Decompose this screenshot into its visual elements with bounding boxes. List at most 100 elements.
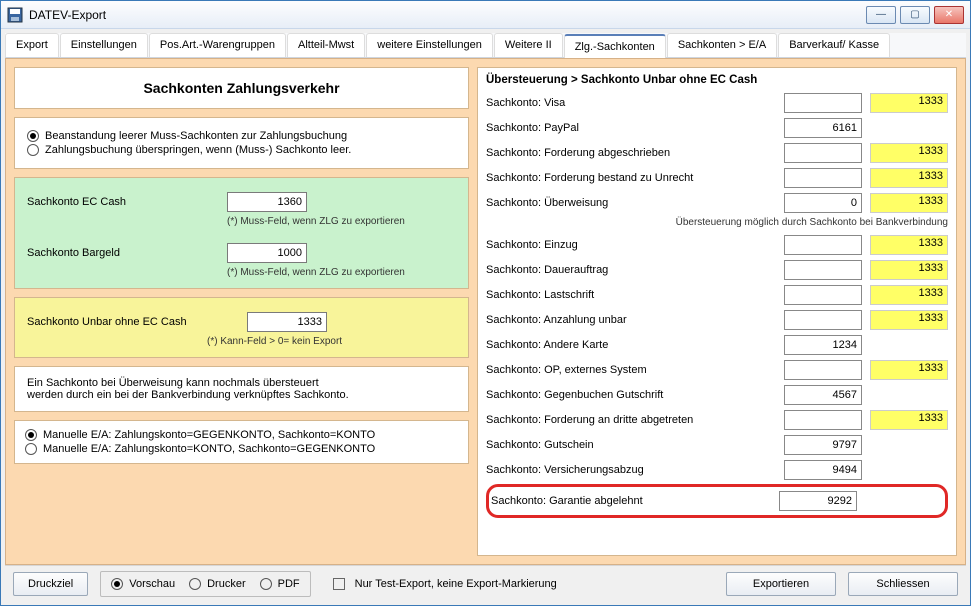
tab-posart[interactable]: Pos.Art.-Warengruppen — [149, 33, 286, 57]
radio-icon — [27, 130, 39, 142]
radio-icon — [189, 578, 201, 590]
left-column: Sachkonten Zahlungsverkehr Beanstandung … — [14, 67, 469, 556]
override-input[interactable] — [784, 285, 862, 305]
test-export-label: Nur Test-Export, keine Export-Markierung — [355, 578, 557, 590]
override-input[interactable] — [784, 93, 862, 113]
tab-altteil[interactable]: Altteil-Mwst — [287, 33, 365, 57]
override-row: Sachkonto: Gutschein — [486, 434, 948, 456]
tab-barverkauf[interactable]: Barverkauf/ Kasse — [778, 33, 890, 57]
override-input[interactable] — [784, 143, 862, 163]
client-area: Export Einstellungen Pos.Art.-Warengrupp… — [1, 29, 970, 605]
exportieren-button[interactable]: Exportieren — [726, 572, 836, 596]
close-button[interactable]: ✕ — [934, 6, 964, 24]
override-fallback: 1333 — [870, 143, 948, 163]
bargeld-input[interactable] — [227, 243, 307, 263]
override-input[interactable] — [784, 460, 862, 480]
override-input[interactable] — [784, 335, 862, 355]
override-fallback — [870, 118, 948, 138]
maximize-button[interactable]: ▢ — [900, 6, 930, 24]
override-input[interactable] — [784, 410, 862, 430]
override-fallback: 1333 — [870, 168, 948, 188]
tab-export[interactable]: Export — [5, 33, 59, 57]
override-input[interactable] — [784, 235, 862, 255]
override-row: Sachkonto: Versicherungsabzug — [486, 459, 948, 481]
override-fallback — [870, 435, 948, 455]
tab-einstellungen[interactable]: Einstellungen — [60, 33, 148, 57]
right-panel: Übersteuerung > Sachkonto Unbar ohne EC … — [477, 67, 957, 556]
content-area: Sachkonten Zahlungsverkehr Beanstandung … — [5, 58, 966, 565]
optional-account-panel: Sachkonto Unbar ohne EC Cash (*) Kann-Fe… — [14, 297, 469, 358]
minimize-button[interactable]: — — [866, 6, 896, 24]
disk-icon — [7, 7, 23, 23]
radio-vorschau-label: Vorschau — [129, 578, 175, 590]
override-label: Sachkonto: Forderung abgeschrieben — [486, 147, 784, 159]
druckziel-button[interactable]: Druckziel — [13, 572, 88, 596]
override-input[interactable] — [784, 260, 862, 280]
radio-beanstandung-label: Beanstandung leerer Muss-Sachkonten zur … — [45, 130, 347, 142]
override-input[interactable] — [784, 118, 862, 138]
tab-weitere2[interactable]: Weitere II — [494, 33, 563, 57]
override-label: Sachkonto: Überweisung — [486, 197, 784, 209]
info-note-line2: werden durch ein bei der Bankverbindung … — [27, 389, 456, 401]
override-label: Sachkonto: Gutschein — [486, 439, 784, 451]
override-fallback: 1333 — [870, 235, 948, 255]
override-row: Sachkonto: Einzug 1333 — [486, 234, 948, 256]
radio-beanstandung[interactable]: Beanstandung leerer Muss-Sachkonten zur … — [27, 130, 456, 142]
tab-bar: Export Einstellungen Pos.Art.-Warengrupp… — [5, 33, 966, 58]
override-label: Sachkonto: Lastschrift — [486, 289, 784, 301]
override-input[interactable] — [784, 310, 862, 330]
schliessen-button[interactable]: Schliessen — [848, 572, 958, 596]
override-label: Sachkonto: Dauerauftrag — [486, 264, 784, 276]
override-fallback: 1333 — [870, 193, 948, 213]
main-window: DATEV-Export — ▢ ✕ Export Einstellungen … — [0, 0, 971, 606]
radio-manuelle-ea-konto[interactable]: Manuelle E/A: Zahlungskonto=KONTO, Sachk… — [25, 443, 458, 455]
override-fallback: 1333 — [870, 93, 948, 113]
override-input[interactable] — [784, 435, 862, 455]
radio-vorschau[interactable]: Vorschau — [111, 578, 175, 590]
info-note-panel: Ein Sachkonto bei Überweisung kann nochm… — [14, 366, 469, 412]
radio-ueberspringen[interactable]: Zahlungsbuchung überspringen, wenn (Muss… — [27, 144, 456, 156]
tab-weitere[interactable]: weitere Einstellungen — [366, 33, 493, 57]
bottom-bar: Druckziel Vorschau Drucker PDF Nur Test-… — [5, 565, 966, 601]
override-row: Sachkonto: Anzahlung unbar 1333 — [486, 309, 948, 331]
override-row: Sachkonto: Lastschrift 1333 — [486, 284, 948, 306]
override-fallback: 1333 — [870, 260, 948, 280]
info-note-line1: Ein Sachkonto bei Überweisung kann nochm… — [27, 377, 456, 389]
tab-sachkonten-ea[interactable]: Sachkonten > E/A — [667, 33, 777, 57]
test-export-checkbox[interactable]: Nur Test-Export, keine Export-Markierung — [333, 578, 557, 590]
override-fallback: 1333 — [870, 410, 948, 430]
eccash-hint: (*) Muss-Feld, wenn ZLG zu exportieren — [227, 216, 456, 227]
radio-icon — [111, 578, 123, 590]
radio-manuelle-ea-gegen[interactable]: Manuelle E/A: Zahlungskonto=GEGENKONTO, … — [25, 429, 458, 441]
titlebar: DATEV-Export — ▢ ✕ — [1, 1, 970, 29]
checkbox-icon — [333, 578, 345, 590]
override-input[interactable] — [784, 385, 862, 405]
radio-pdf[interactable]: PDF — [260, 578, 300, 590]
radio-drucker[interactable]: Drucker — [189, 578, 246, 590]
override-label: Sachkonto: Einzug — [486, 239, 784, 251]
override-input[interactable] — [779, 491, 857, 511]
override-label: Sachkonto: Anzahlung unbar — [486, 314, 784, 326]
override-input[interactable] — [784, 168, 862, 188]
override-fallback: 1333 — [870, 285, 948, 305]
radio-drucker-label: Drucker — [207, 578, 246, 590]
override-fallback: 1333 — [870, 360, 948, 380]
eccash-input[interactable] — [227, 192, 307, 212]
override-row: Sachkonto: Überweisung 1333 — [486, 192, 948, 214]
bargeld-label: Sachkonto Bargeld — [27, 247, 227, 259]
override-input[interactable] — [784, 193, 862, 213]
override-label: Sachkonto: OP, externes System — [486, 364, 784, 376]
window-buttons: — ▢ ✕ — [866, 6, 964, 24]
override-fallback — [870, 460, 948, 480]
radio-icon — [25, 429, 37, 441]
override-input[interactable] — [784, 360, 862, 380]
tab-zlgsachkonten[interactable]: Zlg.-Sachkonten — [564, 34, 666, 58]
unbar-input[interactable] — [247, 312, 327, 332]
complaint-options-panel: Beanstandung leerer Muss-Sachkonten zur … — [14, 117, 469, 169]
override-fallback: 1333 — [870, 310, 948, 330]
override-row: Sachkonto: Visa1333 — [486, 92, 948, 114]
unbar-hint: (*) Kann-Feld > 0= kein Export — [207, 336, 456, 347]
eccash-label: Sachkonto EC Cash — [27, 196, 227, 208]
override-row: Sachkonto: PayPal — [486, 117, 948, 139]
override-label: Sachkonto: Versicherungsabzug — [486, 464, 784, 476]
